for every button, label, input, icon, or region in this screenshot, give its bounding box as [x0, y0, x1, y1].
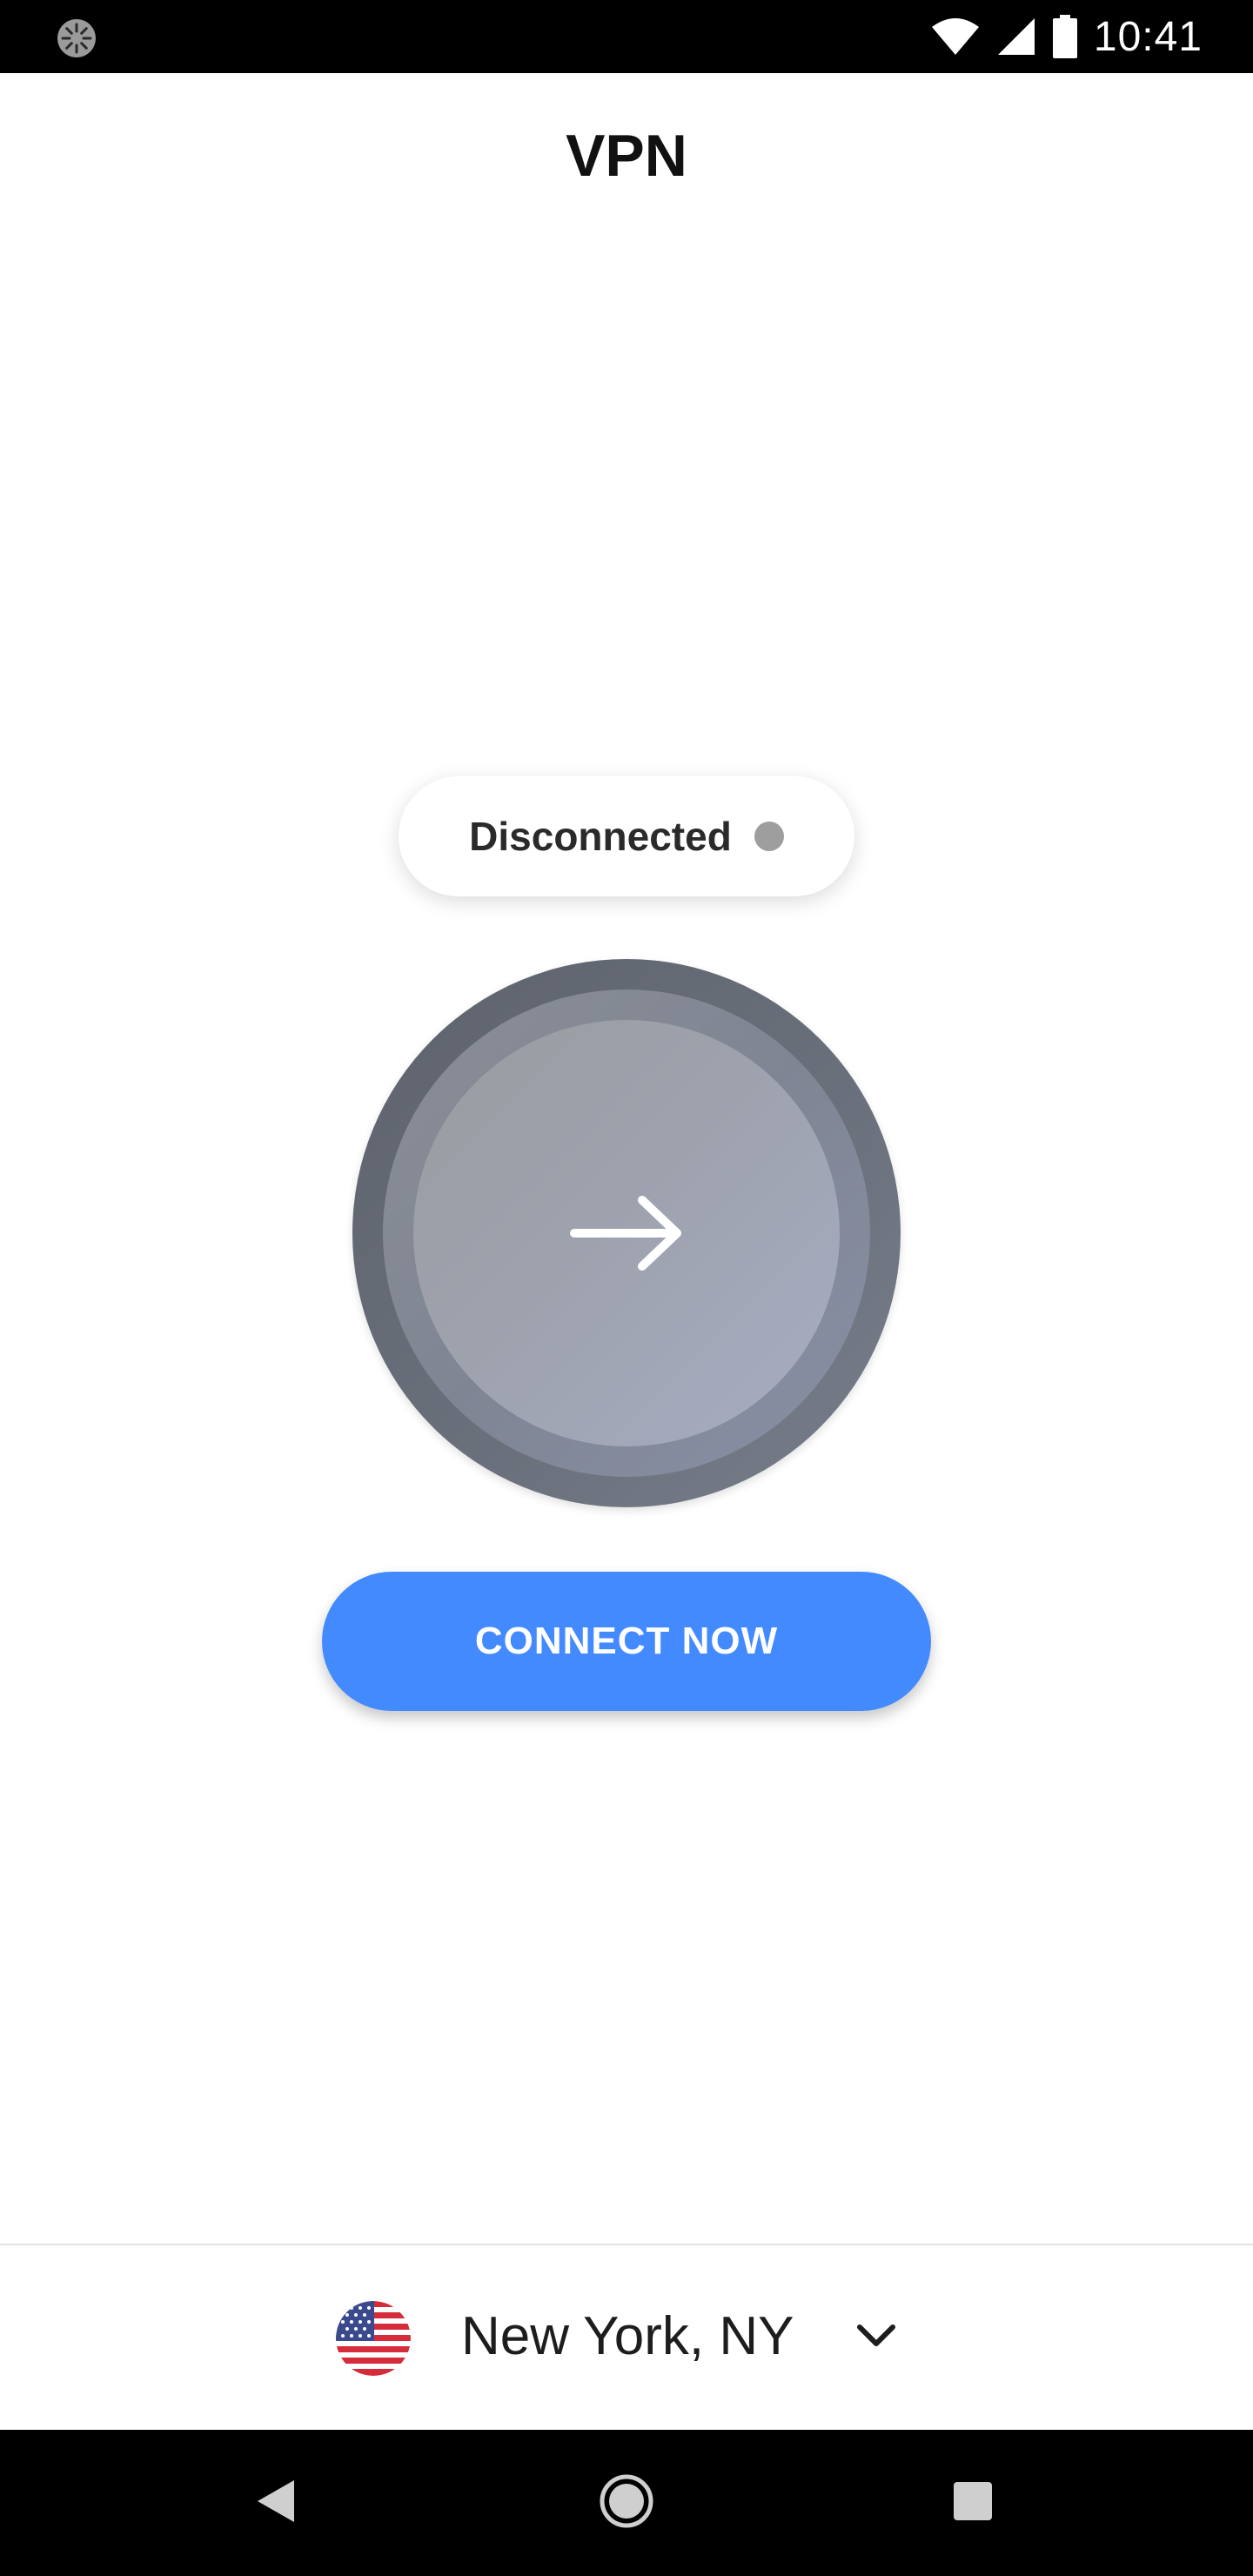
us-flag-icon	[336, 2301, 411, 2376]
recents-icon[interactable]	[954, 2482, 992, 2520]
chevron-down-icon	[857, 2324, 895, 2346]
page-title: VPN	[566, 123, 687, 189]
status-bar: 10:41	[0, 0, 1253, 73]
location-name: New York, NY	[461, 2306, 794, 2366]
power-toggle-button[interactable]	[352, 959, 901, 1507]
system-navigation-bar	[0, 2430, 1253, 2576]
status-indicator-dot	[754, 822, 784, 851]
loading-spinner-icon	[57, 19, 96, 57]
arrow-right-icon	[570, 1196, 681, 1271]
battery-icon	[1052, 15, 1077, 58]
connection-status-badge: Disconnected	[399, 776, 854, 896]
home-icon[interactable]	[599, 2473, 654, 2529]
cellular-signal-icon	[997, 18, 1035, 55]
location-selector[interactable]: New York, NY	[0, 2245, 1253, 2430]
status-icons: 10:41	[930, 0, 1203, 73]
status-time: 10:41	[1093, 13, 1203, 60]
wifi-icon	[931, 18, 979, 55]
power-button-ring	[383, 989, 870, 1477]
back-icon[interactable]	[254, 2477, 298, 2526]
connection-status-text: Disconnected	[469, 814, 732, 859]
connect-now-button[interactable]: CONNECT NOW	[322, 1572, 931, 1711]
power-button-core	[413, 1020, 840, 1446]
